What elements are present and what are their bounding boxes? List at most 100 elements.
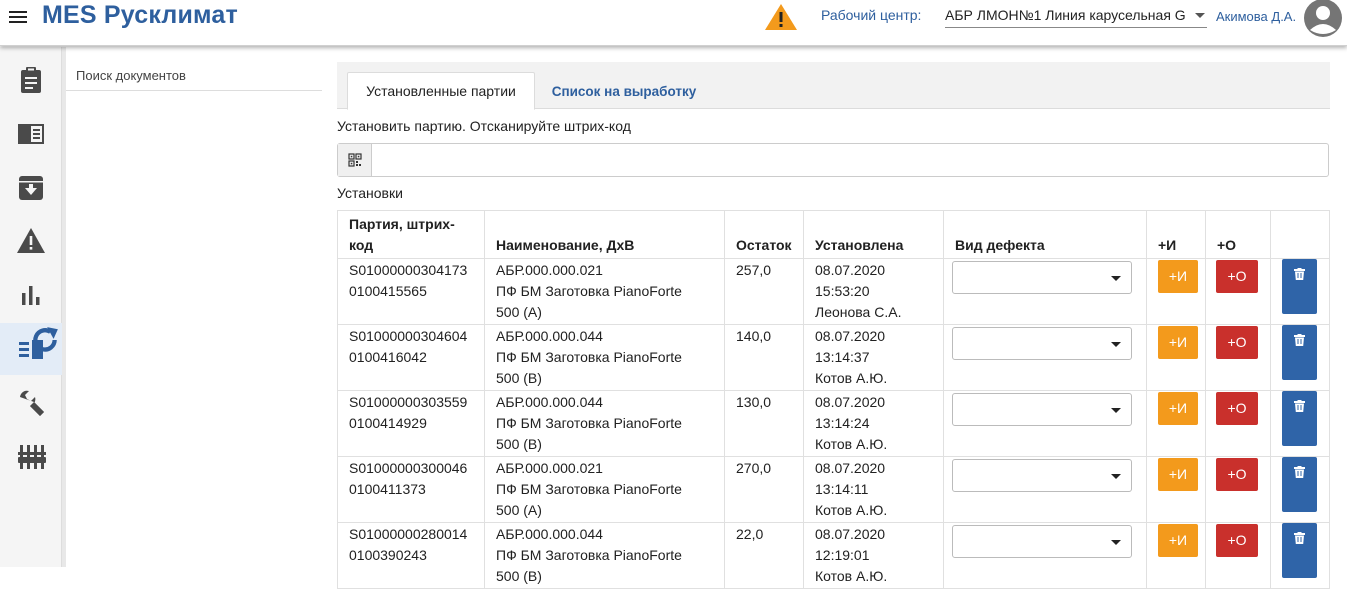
- plus-o-cell: +О: [1205, 522, 1271, 589]
- item-size: 500 (B): [496, 436, 542, 452]
- barcode-input[interactable]: [373, 144, 1328, 176]
- plus-i-button[interactable]: +И: [1158, 524, 1198, 557]
- defect-cell: [943, 456, 1147, 523]
- table-header-row: Партия, штрих-код Наименование, ДхВ Оста…: [337, 210, 1330, 259]
- batch-cell: S01000000300046 0100411373: [337, 456, 485, 523]
- plus-i-button[interactable]: +И: [1158, 458, 1198, 491]
- rail-item-defects[interactable]: [0, 215, 62, 267]
- installed-by: Котов А.Ю.: [815, 370, 888, 386]
- defect-cell: [943, 390, 1147, 457]
- workcenter-value: АБР ЛМОН№1 Линия карусельная G: [945, 7, 1186, 23]
- installed-by: Котов А.Ю.: [815, 568, 888, 584]
- barcode-scan-icon[interactable]: [338, 144, 372, 176]
- scan-field: [337, 143, 1329, 177]
- tab-installed-batches[interactable]: Установленные партии: [347, 72, 535, 110]
- rail-item-settings[interactable]: [0, 431, 62, 483]
- item-name: ПФ БМ Заготовка PianoForte: [496, 481, 682, 497]
- table-row: S01000000303559 0100414929 АБР.000.000.044…: [337, 390, 1330, 457]
- trash-icon: [1294, 532, 1305, 544]
- column-header-installed[interactable]: Установлена: [803, 210, 944, 259]
- plus-i-button[interactable]: +И: [1158, 326, 1198, 359]
- hamburger-menu-icon[interactable]: [9, 8, 29, 26]
- installed-by: Леонова С.А.: [815, 304, 902, 320]
- installed-by: Котов А.Ю.: [815, 436, 888, 452]
- plus-i-button[interactable]: +И: [1158, 392, 1198, 425]
- rail-item-documents[interactable]: [0, 54, 62, 106]
- table-row: S01000000304604 0100416042 АБР.000.000.044…: [337, 324, 1330, 391]
- installed-cell: 08.07.2020 13:14:11 Котов А.Ю.: [803, 456, 944, 523]
- rail-item-tools[interactable]: [0, 377, 62, 429]
- installs-table: Партия, штрих-код Наименование, ДхВ Оста…: [337, 210, 1330, 589]
- installed-date: 08.07.2020: [815, 526, 886, 542]
- delete-button[interactable]: [1282, 457, 1317, 512]
- batch-number: S01000000303559: [349, 394, 468, 410]
- defect-type-select[interactable]: [952, 327, 1132, 360]
- tab-production-list[interactable]: Список на выработку: [535, 72, 713, 110]
- plus-o-button[interactable]: +О: [1216, 524, 1258, 557]
- plus-o-button[interactable]: +О: [1216, 260, 1258, 293]
- installed-cell: 08.07.2020 13:14:37 Котов А.Ю.: [803, 324, 944, 391]
- book-panel-icon: [18, 124, 44, 144]
- document-search-panel: Поиск документов: [66, 47, 324, 567]
- rail-item-reports[interactable]: [0, 269, 62, 321]
- batch-cell: S01000000303559 0100414929: [337, 390, 485, 457]
- delete-cell: [1270, 258, 1330, 325]
- archive-download-icon: [19, 176, 43, 200]
- trash-icon: [1294, 268, 1305, 280]
- name-cell: АБР.000.000.044 ПФ БМ Заготовка PianoFort…: [484, 324, 725, 391]
- delete-cell: [1270, 390, 1330, 457]
- defect-type-select[interactable]: [952, 261, 1132, 294]
- plus-i-cell: +И: [1146, 258, 1206, 325]
- installs-label: Установки: [337, 185, 403, 201]
- rail-item-archive[interactable]: [0, 161, 62, 213]
- delete-button[interactable]: [1282, 391, 1317, 446]
- batch-number: S01000000280014: [349, 526, 468, 542]
- defect-type-select[interactable]: [952, 459, 1132, 492]
- warning-icon[interactable]: [764, 2, 798, 32]
- item-name: ПФ БМ Заготовка PianoForte: [496, 283, 682, 299]
- delete-button[interactable]: [1282, 259, 1317, 314]
- plus-o-cell: +О: [1205, 390, 1271, 457]
- item-code: АБР.000.000.021: [496, 262, 603, 278]
- installed-by: Котов А.Ю.: [815, 502, 888, 518]
- installed-time: 12:19:01: [815, 547, 870, 563]
- column-header-defect[interactable]: Вид дефекта: [943, 210, 1147, 259]
- barcode-number: 0100411373: [349, 481, 426, 497]
- item-code: АБР.000.000.044: [496, 394, 603, 410]
- delete-cell: [1270, 522, 1330, 589]
- delete-button[interactable]: [1282, 325, 1317, 380]
- trash-icon: [1294, 466, 1305, 478]
- plus-o-button[interactable]: +О: [1216, 392, 1258, 425]
- scan-label: Установить партию. Отсканируйте штрих-ко…: [337, 118, 631, 134]
- document-search-label[interactable]: Поиск документов: [76, 68, 186, 83]
- batch-cell: S01000000304173 0100415565: [337, 258, 485, 325]
- defect-cell: [943, 258, 1147, 325]
- item-code: АБР.000.000.021: [496, 460, 603, 476]
- item-size: 500 (A): [496, 502, 542, 518]
- trash-icon: [1294, 334, 1305, 346]
- installed-date: 08.07.2020: [815, 394, 886, 410]
- user-name[interactable]: Акимова Д.А.: [1216, 9, 1296, 24]
- app-title: MES Русклимат: [42, 1, 238, 29]
- delete-button[interactable]: [1282, 523, 1317, 578]
- column-header-name[interactable]: Наименование, ДхВ: [484, 210, 725, 259]
- chevron-down-icon: [1111, 342, 1121, 347]
- column-header-remain[interactable]: Остаток: [724, 210, 804, 259]
- plus-o-button[interactable]: +О: [1216, 458, 1258, 491]
- rail-item-book[interactable]: [0, 108, 62, 160]
- rail-item-batches[interactable]: [0, 323, 62, 375]
- chevron-down-icon: [1111, 408, 1121, 413]
- column-header-batch[interactable]: Партия, штрих-код: [337, 210, 485, 259]
- installs-table-body: S01000000304173 0100415565 АБР.000.000.021…: [337, 258, 1330, 589]
- refresh-icon: [33, 327, 58, 352]
- plus-i-button[interactable]: +И: [1158, 260, 1198, 293]
- main-content: Установленные партии Список на выработку…: [337, 62, 1330, 589]
- user-avatar-icon[interactable]: [1303, 0, 1343, 38]
- plus-o-button[interactable]: +О: [1216, 326, 1258, 359]
- workcenter-select[interactable]: АБР ЛМОН№1 Линия карусельная G: [945, 6, 1207, 28]
- defect-type-select[interactable]: [952, 393, 1132, 426]
- item-code: АБР.000.000.044: [496, 526, 603, 542]
- defect-type-select[interactable]: [952, 525, 1132, 558]
- chevron-down-icon: [1111, 474, 1121, 479]
- wrench-icon: [20, 390, 44, 416]
